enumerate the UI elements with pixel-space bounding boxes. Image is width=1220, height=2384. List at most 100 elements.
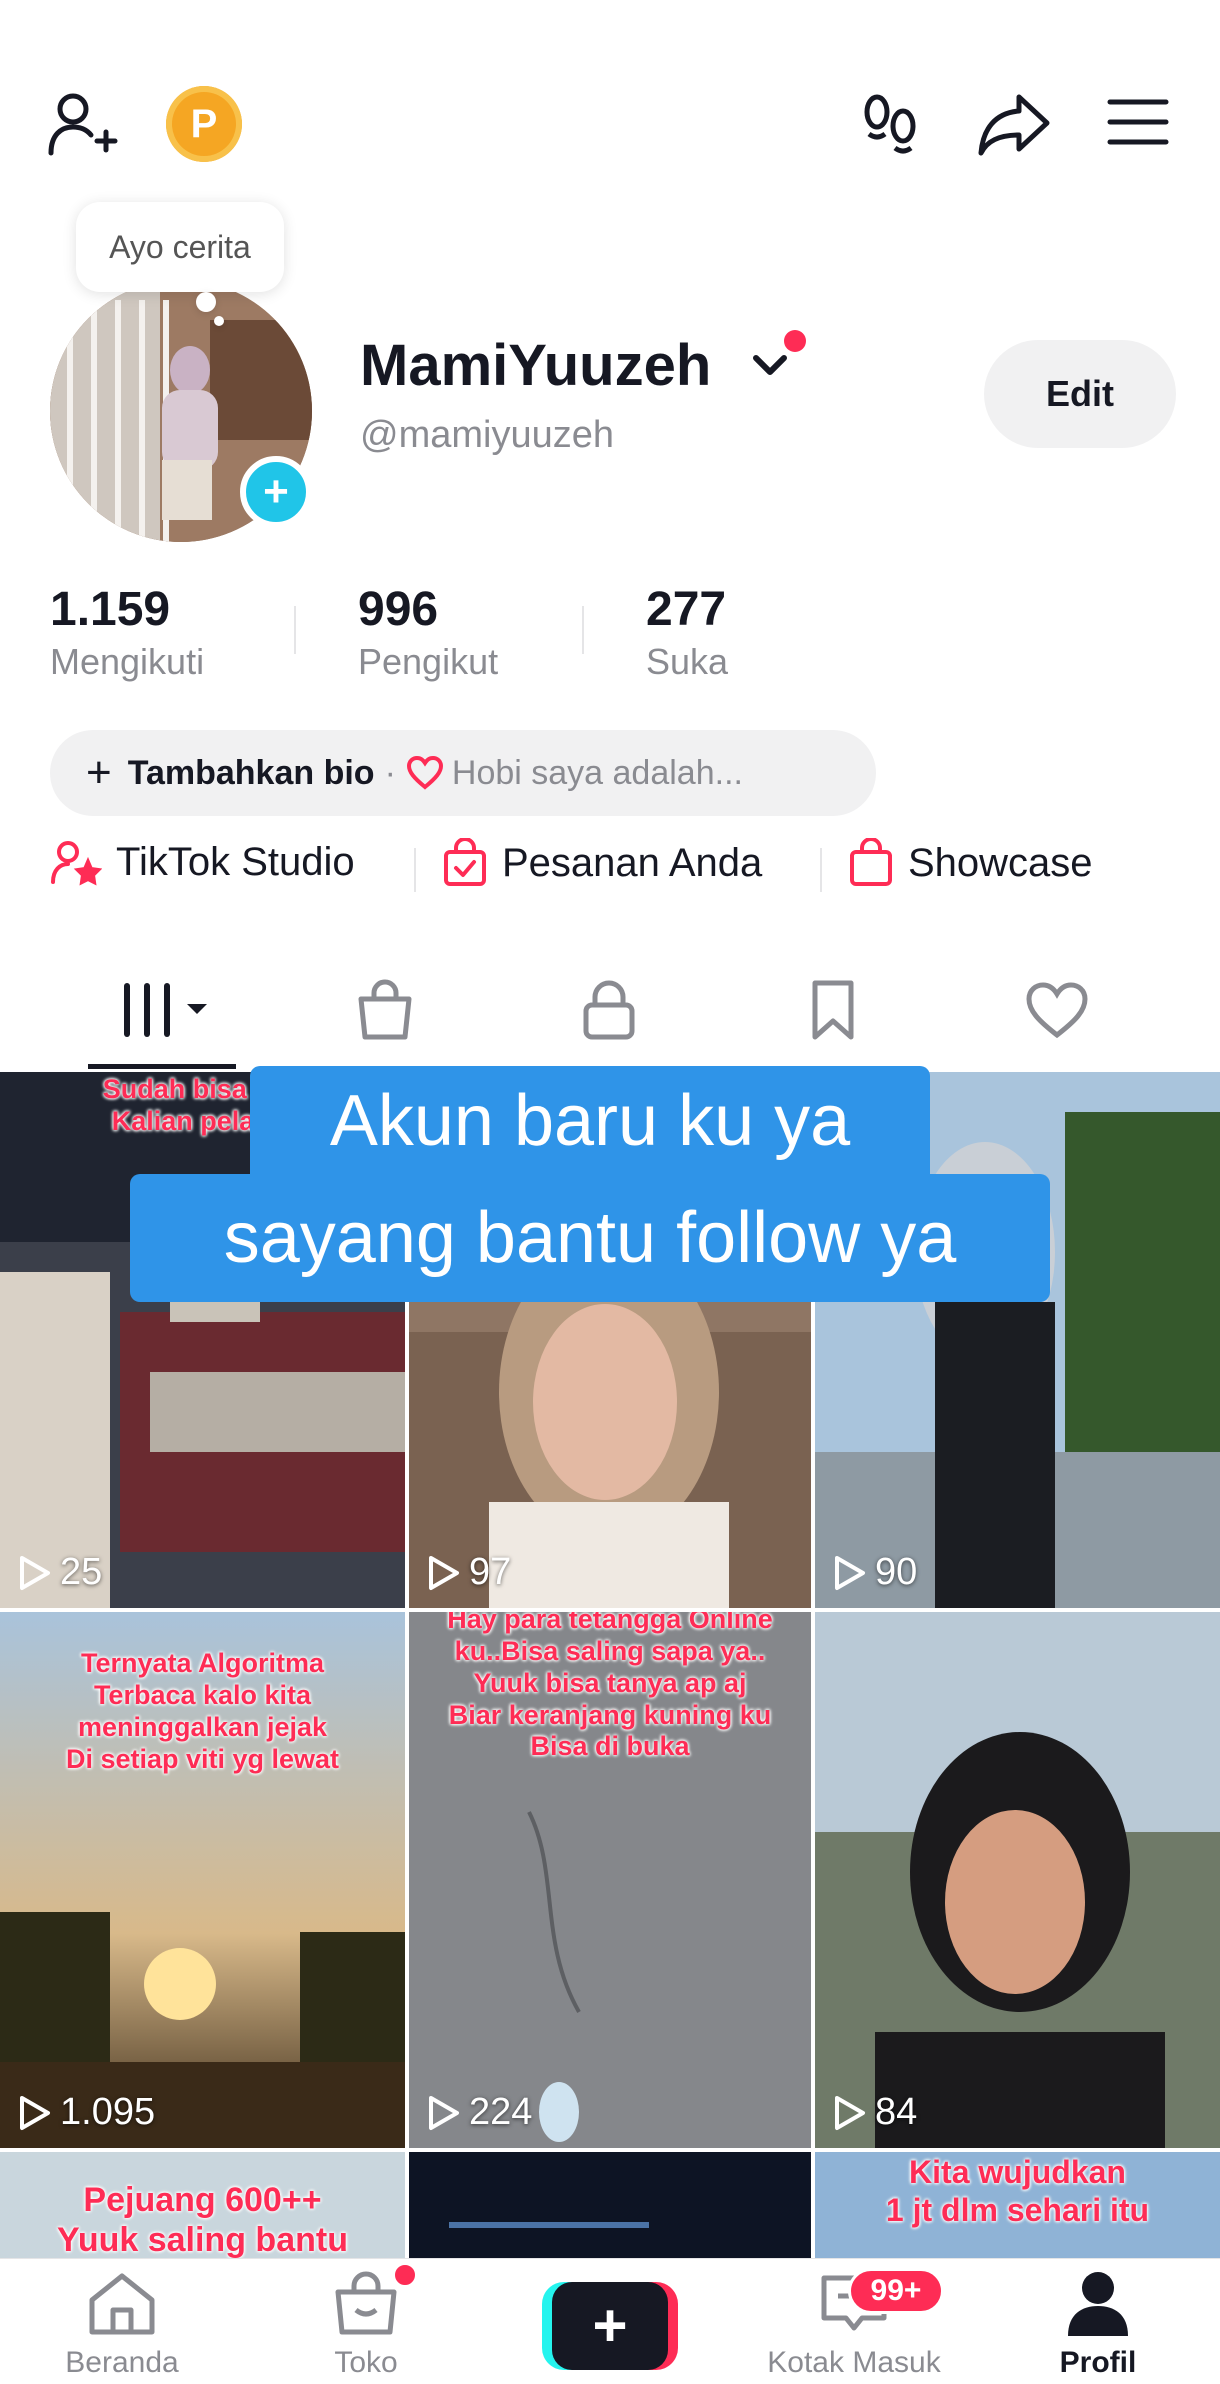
followers-label: Pengikut: [358, 641, 499, 682]
notification-dot: [784, 330, 806, 352]
create-button[interactable]: +: [542, 2282, 678, 2370]
menu-button[interactable]: [1104, 90, 1172, 154]
edit-profile-button[interactable]: Edit: [984, 340, 1176, 448]
bag-check-icon: [444, 838, 486, 886]
nav-home[interactable]: Beranda: [22, 2270, 222, 2380]
following-count: 1.159: [50, 583, 171, 636]
video-caption: Ternyata Algoritma Terbaca kalo kita men…: [65, 1648, 340, 1774]
chevron-down-icon[interactable]: [750, 350, 790, 380]
video-caption: Kita wujudkan 1 jt dlm sehari itu: [885, 2154, 1150, 2228]
add-bio-label: Tambahkan bio: [127, 753, 375, 792]
link-divider: [414, 848, 416, 892]
footprint-button[interactable]: [856, 86, 926, 162]
shop-notification-dot: [392, 2262, 418, 2288]
nav-profile-label: Profil: [1059, 2346, 1137, 2379]
heart-icon: [1026, 982, 1088, 1039]
home-icon: [89, 2273, 155, 2335]
overlay-line2: sayang bantu follow ya: [223, 1198, 957, 1278]
stat-divider: [294, 606, 296, 654]
play-icon: [835, 2095, 865, 2130]
inbox-badge: 99+: [848, 2268, 944, 2314]
bio-hint: Hobi saya adalah...: [451, 753, 743, 792]
tiktok-studio-link[interactable]: TikTok Studio: [50, 838, 355, 886]
view-count: 1.095: [18, 2091, 155, 2134]
video-caption: Hay para tetangga Online ku..Bisa saling…: [447, 1612, 773, 1762]
likes-count: 277: [646, 583, 727, 636]
showcase-label: Showcase: [908, 840, 1093, 885]
view-count: 97: [427, 1551, 511, 1594]
add-story-button[interactable]: +: [240, 456, 312, 528]
play-icon: [20, 1555, 50, 1590]
followers-count: 996: [358, 583, 439, 636]
video-tile[interactable]: Kita wujudkan 1 jt dlm sehari itu: [815, 2152, 1220, 2258]
likes-label: Suka: [646, 641, 729, 682]
play-icon: [20, 2095, 50, 2130]
video-tile[interactable]: Ternyata Algoritma Terbaca kalo kita men…: [0, 1612, 405, 2148]
bubble-text: Ayo cerita: [109, 228, 251, 265]
share-button[interactable]: [974, 84, 1054, 164]
coin-button[interactable]: P: [166, 86, 242, 162]
stat-followers[interactable]: 996 Pengikut: [358, 582, 498, 683]
shop-icon: [335, 2271, 397, 2335]
following-label: Mengikuti: [50, 641, 205, 682]
overlay-line1: Akun baru ku ya: [329, 1081, 851, 1161]
tab-videos[interactable]: [108, 970, 218, 1050]
coin-icon: P: [190, 101, 218, 146]
bookmark-icon: [812, 980, 854, 1040]
share-arrow-icon: [978, 94, 1050, 156]
tiktok-studio-label: TikTok Studio: [116, 839, 355, 884]
view-count: 224: [427, 2091, 532, 2134]
nav-shop[interactable]: Toko: [266, 2270, 466, 2380]
story-bubble[interactable]: Ayo cerita: [76, 202, 284, 292]
display-name: MamiYuuzeh: [360, 333, 712, 398]
video-thumbnail: [815, 1612, 1220, 2148]
profile-icon: [1068, 2272, 1128, 2336]
person-plus-icon: [48, 93, 118, 156]
video-thumbnail: [409, 2152, 811, 2258]
username: @mamiyuuzeh: [360, 414, 614, 456]
add-bio-button[interactable]: + Tambahkan bio · Hobi saya adalah...: [50, 730, 876, 816]
overlay-text-line1: Akun baru ku ya: [250, 1066, 930, 1176]
orders-link[interactable]: Pesanan Anda: [442, 838, 762, 888]
active-tab-indicator: [88, 1064, 236, 1069]
video-tile[interactable]: Pejuang 600++ Yuuk saling bantu: [0, 2152, 405, 2258]
shopping-bag-icon: [850, 838, 892, 886]
showcase-link[interactable]: Showcase: [848, 838, 1093, 888]
view-count: 90: [833, 1551, 917, 1594]
nav-inbox-label: Kotak Masuk: [767, 2346, 941, 2379]
video-tile[interactable]: [409, 2152, 811, 2258]
bio-separator: ·: [384, 753, 396, 792]
view-count: 84: [833, 2091, 917, 2134]
hamburger-menu-icon: [1107, 99, 1169, 145]
tab-shop[interactable]: [330, 970, 440, 1050]
play-icon: [429, 2095, 459, 2130]
videos-grid-icon: [124, 983, 207, 1037]
bubble-tail: [196, 292, 216, 312]
stat-likes[interactable]: 277 Suka: [646, 582, 728, 683]
video-tile[interactable]: Hay para tetangga Online ku..Bisa saling…: [409, 1612, 811, 2148]
add-friend-button[interactable]: [40, 84, 124, 164]
play-icon: [429, 1555, 459, 1590]
tab-saved[interactable]: [778, 970, 888, 1050]
plus-icon: +: [263, 467, 289, 516]
link-divider: [820, 848, 822, 892]
video-tile[interactable]: 84: [815, 1612, 1220, 2148]
nav-shop-label: Toko: [334, 2346, 398, 2379]
footprints-icon: [864, 94, 916, 154]
stat-following[interactable]: 1.159 Mengikuti: [50, 582, 204, 683]
nav-profile[interactable]: Profil: [998, 2270, 1198, 2380]
view-count: 25: [18, 1551, 102, 1594]
overlay-text-line2: sayang bantu follow ya: [130, 1174, 1050, 1302]
tab-private[interactable]: [554, 970, 664, 1050]
tab-liked[interactable]: [1002, 970, 1112, 1050]
nav-home-label: Beranda: [65, 2346, 179, 2379]
stat-divider: [582, 606, 584, 654]
bubble-tail-small: [214, 316, 224, 326]
plus-icon: +: [86, 748, 112, 797]
person-star-icon: [51, 841, 102, 886]
orders-label: Pesanan Anda: [502, 840, 763, 885]
shop-bag-icon: [358, 979, 412, 1040]
lock-icon: [583, 980, 635, 1040]
video-caption: Pejuang 600++ Yuuk saling bantu: [57, 2181, 348, 2258]
play-icon: [835, 1555, 865, 1590]
